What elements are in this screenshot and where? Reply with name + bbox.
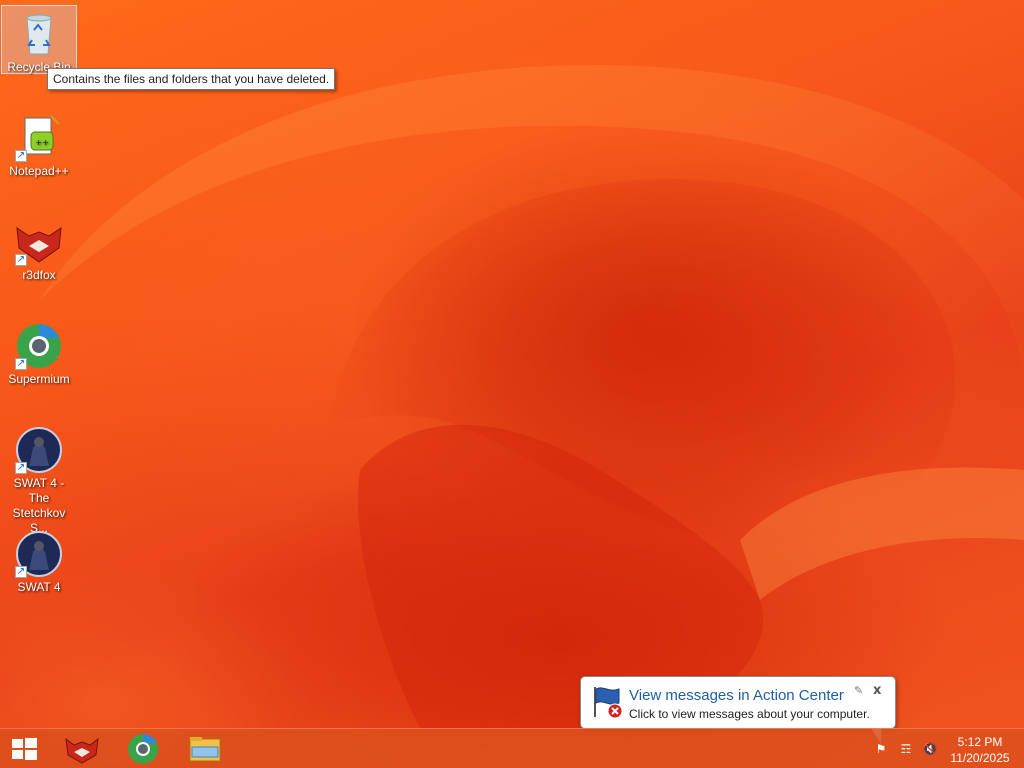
shortcut-arrow-icon: ↗ xyxy=(15,358,27,370)
desktop-icon-recycle-bin[interactable]: Recycle Bin xyxy=(2,6,76,75)
r3dfox-icon xyxy=(65,737,99,764)
volume-muted-icon[interactable]: 🔇 xyxy=(922,741,938,757)
notification-text: Click to view messages about your comput… xyxy=(629,707,870,721)
supermium-icon: ↗ xyxy=(15,322,63,370)
notification-balloon[interactable]: View messages in Action Center Click to … xyxy=(580,676,896,744)
file-explorer-icon xyxy=(189,737,221,762)
notification-title[interactable]: View messages in Action Center xyxy=(629,687,844,704)
desktop[interactable]: Recycle Bin Contains the files and folde… xyxy=(0,0,1024,768)
desktop-icon-label: SWAT 4 xyxy=(17,580,61,594)
clock-date: 11/20/2025 xyxy=(950,751,1010,765)
shortcut-arrow-icon: ↗ xyxy=(15,254,27,266)
wallpaper xyxy=(40,65,1024,728)
desktop-icon-r3dfox[interactable]: ↗ r3dfox xyxy=(2,214,76,283)
clock[interactable]: 5:12 PM 11/20/2025 xyxy=(940,734,1020,766)
taskbar-supermium[interactable] xyxy=(117,731,169,767)
tooltip: Contains the files and folders that you … xyxy=(47,68,336,90)
desktop-icon-label: Supermium xyxy=(8,372,70,386)
start-button[interactable] xyxy=(0,729,48,768)
recycle-bin-icon xyxy=(15,10,63,58)
close-button[interactable]: x xyxy=(873,683,881,698)
desktop-icon-supermium[interactable]: ↗ Supermium xyxy=(2,318,76,387)
swat4-icon: ↗ xyxy=(15,530,63,578)
swat4-icon: ↗ xyxy=(15,426,63,474)
shortcut-arrow-icon: ↗ xyxy=(15,462,27,474)
action-center-flag-icon[interactable]: ⚑ xyxy=(873,741,889,757)
taskbar: ⚑ ☶ 🔇 5:12 PM 11/20/2025 xyxy=(0,728,1024,768)
shortcut-arrow-icon: ↗ xyxy=(15,150,27,162)
options-icon[interactable]: ✎ xyxy=(854,684,863,697)
taskbar-file-explorer[interactable] xyxy=(178,731,230,767)
desktop-icon-label: r3dfox xyxy=(22,268,56,282)
desktop-icon-label: Notepad++ xyxy=(9,164,69,178)
clock-time: 5:12 PM xyxy=(957,735,1003,749)
action-center-flag-icon xyxy=(591,685,625,719)
supermium-icon xyxy=(128,733,158,764)
desktop-icon-swat4-stetchkov[interactable]: ↗ SWAT 4 - The Stetchkov S... xyxy=(2,422,76,536)
shortcut-arrow-icon: ↗ xyxy=(15,566,27,578)
r3dfox-icon: ↗ xyxy=(15,218,63,266)
desktop-icon-swat4[interactable]: ↗ SWAT 4 xyxy=(2,526,76,595)
notepad-plus-plus-icon: ++ ↗ xyxy=(15,114,63,162)
network-icon[interactable]: ☶ xyxy=(898,741,914,757)
desktop-icon-notepad-plus-plus[interactable]: ++ ↗ Notepad++ xyxy=(2,110,76,179)
svg-text:++: ++ xyxy=(35,138,48,147)
taskbar-r3dfox[interactable] xyxy=(56,731,108,767)
